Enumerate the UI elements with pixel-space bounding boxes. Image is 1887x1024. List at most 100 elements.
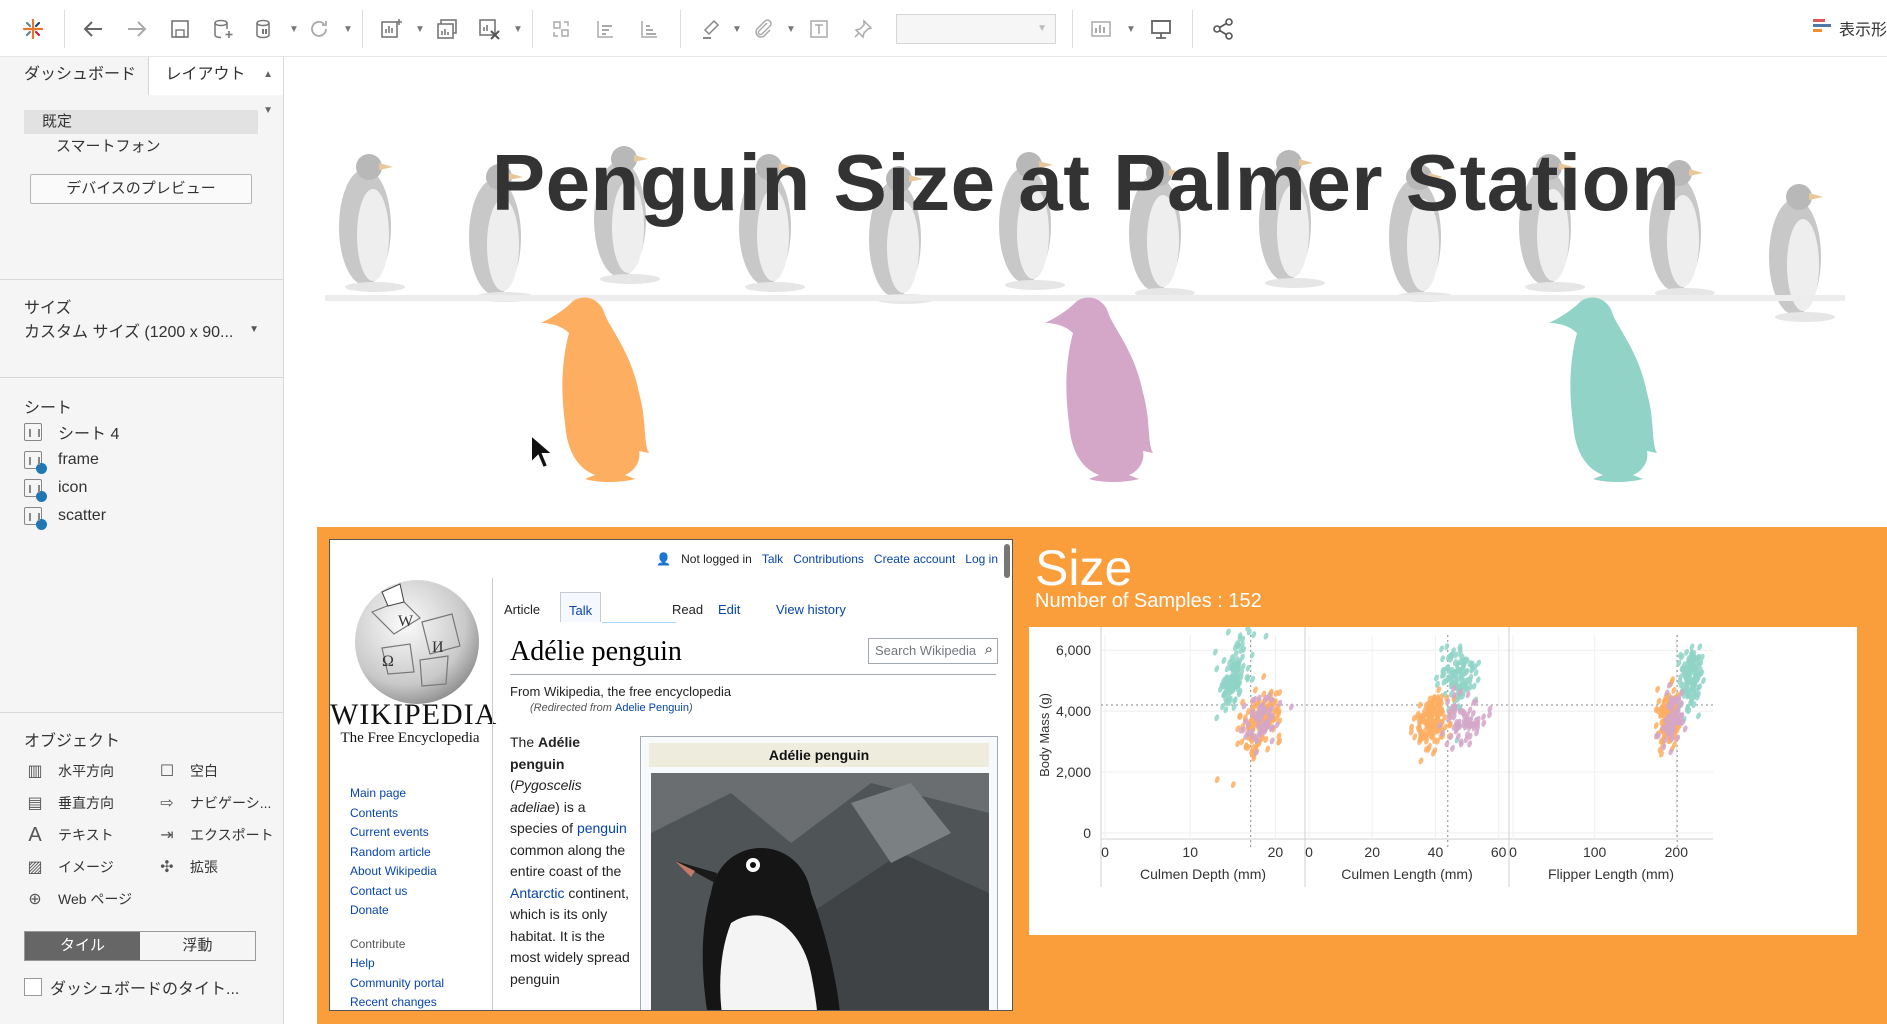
tab-dashboard[interactable]: ダッシュボード — [0, 57, 150, 95]
object-web-page[interactable]: ⊕ Web ページ — [24, 889, 156, 909]
sort-desc-icon[interactable] — [632, 12, 666, 46]
gentoo-penguin-icon[interactable] — [1547, 293, 1667, 483]
scatter-chart[interactable]: 6,0004,0002,0000Body Mass (g)0 10 20Culmen… — [1029, 627, 1857, 935]
share-icon[interactable] — [1206, 12, 1240, 46]
object-export[interactable]: ⇥ エクスポート — [156, 825, 276, 845]
article-title: Adélie penguin — [510, 636, 682, 667]
x-tick-label: 0 — [1509, 844, 1517, 860]
show-dashboard-title[interactable]: ダッシュボードのタイト... — [24, 975, 260, 999]
search-icon[interactable]: ⌕ — [985, 641, 993, 658]
swap-icon[interactable] — [544, 12, 578, 46]
object-label: 空白 — [190, 763, 218, 779]
clear-sheet-icon[interactable] — [472, 12, 506, 46]
tab-talk[interactable]: Talk — [560, 592, 602, 622]
dashboard-sidebar: ダッシュボード レイアウト ▲ ▼ 既定 スマートフォン デバイスのプレビュー サ… — [0, 57, 284, 1024]
new-datasource-icon[interactable] — [206, 12, 240, 46]
tab-edit[interactable]: Edit — [718, 602, 740, 617]
object-label: 拡張 — [190, 859, 218, 875]
wikipedia-web-page[interactable]: 👤 Not logged in Talk Contributions Creat… — [329, 539, 1013, 1011]
data-point — [1288, 703, 1294, 711]
chinstrap-penguin-icon[interactable] — [1043, 293, 1163, 483]
label-icon[interactable] — [802, 12, 836, 46]
detail-panel: 👤 Not logged in Talk Contributions Creat… — [317, 433, 1887, 1024]
save-icon[interactable] — [163, 12, 197, 46]
back-icon[interactable] — [76, 12, 110, 46]
show-me-label: 表示形 — [1838, 22, 1887, 39]
data-point — [1475, 676, 1481, 684]
tableau-logo-icon[interactable] — [16, 12, 50, 46]
object-image[interactable]: ▨ イメージ — [24, 857, 156, 877]
highlight-icon[interactable] — [694, 12, 728, 46]
wiki-search-input[interactable]: Search Wikipedia ⌕ — [868, 638, 998, 664]
updown-icon: ▲ ▼ — [263, 69, 273, 116]
nav-about[interactable]: About Wikipedia — [350, 862, 444, 882]
sheet-item[interactable]: シート 4 — [24, 418, 259, 446]
tab-layout[interactable]: レイアウト ▲ ▼ — [149, 57, 283, 116]
sheet-label: scatter — [58, 507, 107, 524]
nav-contact[interactable]: Contact us — [350, 882, 444, 902]
redirect-link[interactable]: Adelie Penguin — [615, 702, 689, 714]
data-point — [1225, 628, 1231, 636]
link-antarctic[interactable]: Antarctic — [510, 885, 564, 901]
scrollbar[interactable] — [1004, 544, 1010, 578]
wiki-login-link[interactable]: Log in — [965, 552, 998, 566]
pin-icon[interactable] — [846, 12, 880, 46]
adelie-penguin-icon[interactable] — [539, 293, 659, 483]
adelie-penguin-photo[interactable] — [651, 773, 989, 1011]
object-vertical[interactable]: ▤ 垂直方向 — [24, 793, 156, 813]
link-penguin[interactable]: penguin — [577, 820, 627, 836]
tooltip-icon[interactable] — [746, 12, 780, 46]
sample-count: Number of Samples : 152 — [1035, 590, 1262, 612]
redirect-suffix: ) — [689, 702, 693, 714]
nav-contents[interactable]: Contents — [350, 804, 444, 824]
data-point — [1221, 656, 1227, 664]
wiki-create-account-link[interactable]: Create account — [874, 552, 955, 566]
forward-icon[interactable] — [120, 12, 154, 46]
sheet-item[interactable]: scatter — [24, 502, 259, 530]
svg-text:W: W — [398, 613, 414, 630]
size-dropdown[interactable]: カスタム サイズ (1200 x 90... ▼ — [24, 318, 259, 354]
wiki-talk-link[interactable]: Talk — [762, 552, 783, 566]
pause-updates-icon[interactable] — [248, 12, 282, 46]
object-blank[interactable]: ☐ 空白 — [156, 761, 276, 781]
export-icon: ⇥ — [160, 827, 174, 844]
object-horizontal[interactable]: ▥ 水平方向 — [24, 761, 156, 781]
sheet-item[interactable]: icon — [24, 474, 259, 502]
wiki-contributions-link[interactable]: Contributions — [793, 552, 864, 566]
tab-article[interactable]: Article — [504, 602, 540, 617]
show-me-icon[interactable] — [1086, 12, 1120, 46]
duplicate-sheet-icon[interactable] — [430, 12, 464, 46]
device-default[interactable]: 既定 — [24, 110, 258, 134]
checkbox[interactable] — [24, 978, 42, 996]
chart-points — [1212, 627, 1706, 789]
float-button[interactable]: 浮動 — [140, 932, 255, 960]
new-worksheet-icon[interactable] — [374, 12, 408, 46]
sheet-item[interactable]: frame — [24, 446, 259, 474]
sort-asc-icon[interactable] — [588, 12, 622, 46]
data-point — [1700, 677, 1706, 685]
tab-view-history[interactable]: View history — [776, 602, 846, 617]
device-phone[interactable]: スマートフォン — [24, 134, 259, 160]
device-preview-button[interactable]: デバイスのプレビュー — [30, 174, 252, 204]
data-point — [1653, 722, 1659, 730]
show-me-button[interactable]: 表示形 — [1812, 16, 1887, 40]
nav-current-events[interactable]: Current events — [350, 823, 444, 843]
infobox: Adélie penguin — [640, 736, 998, 1011]
tab-read[interactable]: Read — [672, 602, 703, 617]
y-tick-label: 6,000 — [1056, 642, 1091, 658]
wikipedia-globe-logo[interactable]: W Ω И — [342, 562, 492, 712]
object-extension[interactable]: ✣ 拡張 — [156, 857, 276, 877]
object-navigation[interactable]: ⇨ ナビゲーシ... — [156, 793, 276, 813]
object-text[interactable]: A テキスト — [24, 824, 156, 846]
data-point — [1440, 655, 1446, 663]
nav-help[interactable]: Help — [350, 954, 444, 974]
fit-dropdown[interactable]: ▼ — [896, 14, 1056, 44]
nav-recent-changes[interactable]: Recent changes — [350, 993, 444, 1010]
nav-community-portal[interactable]: Community portal — [350, 974, 444, 994]
nav-donate[interactable]: Donate — [350, 901, 444, 921]
nav-random-article[interactable]: Random article — [350, 843, 444, 863]
tile-button[interactable]: タイル — [25, 932, 140, 960]
presentation-icon[interactable] — [1144, 12, 1178, 46]
refresh-icon[interactable] — [302, 12, 336, 46]
nav-main-page[interactable]: Main page — [350, 784, 444, 804]
